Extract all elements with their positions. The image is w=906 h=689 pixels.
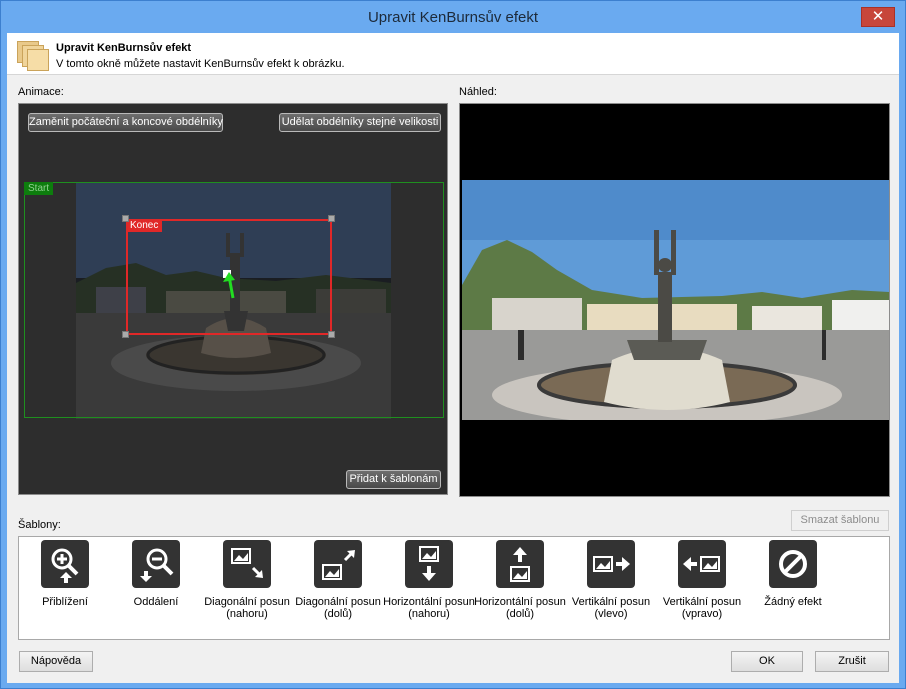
templates-list: Přiblížení Oddálení Diagonální posun (na… xyxy=(18,536,890,640)
animation-editor[interactable]: Zaměnit počáteční a koncové obdélníky Ud… xyxy=(18,103,448,495)
pan-right-icon xyxy=(678,540,726,588)
window-title: Upravit KenBurnsův efekt xyxy=(367,9,539,26)
add-to-templates-button[interactable]: Přidat k šablonám xyxy=(346,470,441,489)
zoom-in-icon xyxy=(41,540,89,588)
diagonal-up-icon xyxy=(223,540,271,588)
dialog-window: Upravit KenBurnsův efekt ✕ Upravit KenBu… xyxy=(0,0,906,689)
title-bar[interactable]: Upravit KenBurnsův efekt ✕ xyxy=(1,1,905,33)
help-button[interactable]: Nápověda xyxy=(19,651,93,672)
end-rect-handle-top-left[interactable] xyxy=(122,215,129,222)
template-label: Horizontální posun (dolů) xyxy=(474,596,566,620)
template-label: Diagonální posun (nahoru) xyxy=(204,596,290,620)
diagonal-down-icon xyxy=(314,540,362,588)
header-title: Upravit KenBurnsův efekt xyxy=(56,42,192,54)
preview-photo xyxy=(462,180,889,420)
motion-arrow-icon xyxy=(223,270,235,299)
template-diagonal-up[interactable]: Diagonální posun (nahoru) xyxy=(201,540,293,620)
end-rect-handle-bottom-left[interactable] xyxy=(122,331,129,338)
header-description: V tomto okně můžete nastavit KenBurnsův … xyxy=(56,58,345,70)
template-label: Diagonální posun (dolů) xyxy=(295,596,381,620)
template-label: Vertikální posun (vpravo) xyxy=(662,596,742,620)
start-rectangle-label: Start xyxy=(24,182,54,195)
preview-panel xyxy=(459,103,890,497)
template-pan-down[interactable]: Horizontální posun (dolů) xyxy=(474,540,566,620)
close-button[interactable]: ✕ xyxy=(861,7,895,27)
animation-label: Animace: xyxy=(18,86,64,98)
templates-label: Šablony: xyxy=(18,519,61,531)
delete-template-button[interactable]: Smazat šablonu xyxy=(791,510,889,531)
cancel-button[interactable]: Zrušit xyxy=(815,651,889,672)
same-size-button[interactable]: Udělat obdélníky stejné velikosti xyxy=(279,113,441,132)
template-label: Přiblížení xyxy=(42,596,88,608)
no-effect-icon xyxy=(769,540,817,588)
preview-label: Náhled: xyxy=(459,86,497,98)
dialog-client-area: Upravit KenBurnsův efekt V tomto okně mů… xyxy=(7,33,899,683)
template-pan-right[interactable]: Vertikální posun (vpravo) xyxy=(656,540,748,620)
template-label: Oddálení xyxy=(133,596,179,608)
template-zoom-out[interactable]: Oddálení xyxy=(110,540,202,608)
end-rectangle-label: Konec xyxy=(126,219,163,232)
template-no-effect[interactable]: Žádný efekt xyxy=(747,540,839,608)
template-label: Vertikální posun (vlevo) xyxy=(571,596,651,620)
template-zoom-in[interactable]: Přiblížení xyxy=(19,540,111,608)
template-label: Žádný efekt xyxy=(764,596,822,608)
template-pan-left[interactable]: Vertikální posun (vlevo) xyxy=(565,540,657,620)
pan-down-icon xyxy=(496,540,544,588)
zoom-out-icon xyxy=(132,540,180,588)
end-rect-handle-bottom-right[interactable] xyxy=(328,331,335,338)
pan-up-icon xyxy=(405,540,453,588)
ok-button[interactable]: OK xyxy=(731,651,803,672)
slides-icon xyxy=(17,41,49,71)
header-panel: Upravit KenBurnsův efekt V tomto okně mů… xyxy=(7,33,899,75)
pan-left-icon xyxy=(587,540,635,588)
template-pan-up[interactable]: Horizontální posun (nahoru) xyxy=(383,540,475,620)
template-diagonal-down[interactable]: Diagonální posun (dolů) xyxy=(292,540,384,620)
swap-rectangles-button[interactable]: Zaměnit počáteční a koncové obdélníky xyxy=(28,113,223,132)
template-label: Horizontální posun (nahoru) xyxy=(383,596,475,620)
end-rect-handle-top-right[interactable] xyxy=(328,215,335,222)
